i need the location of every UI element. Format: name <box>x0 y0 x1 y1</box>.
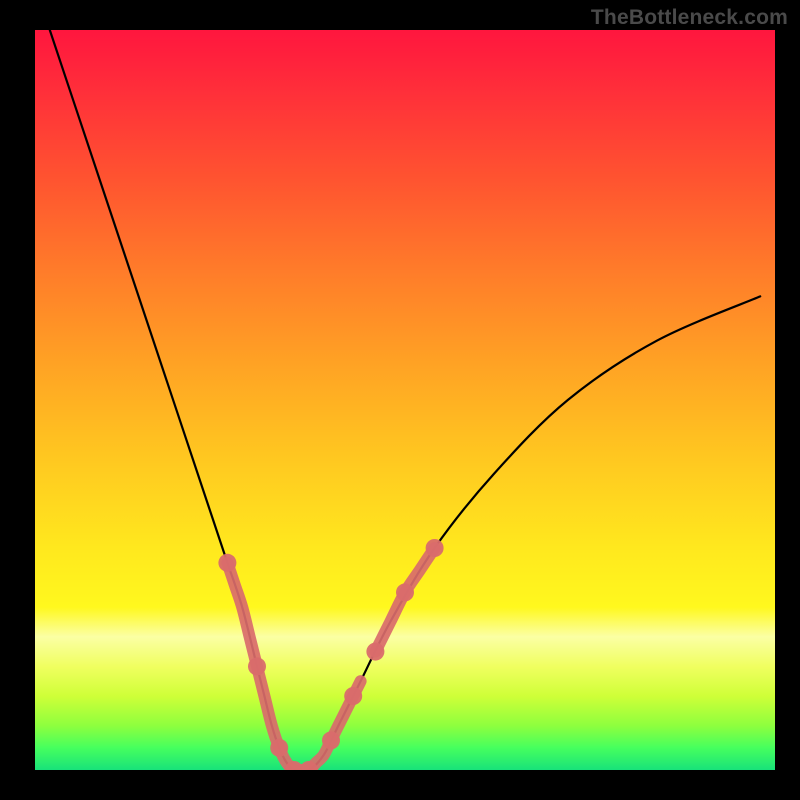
highlight-dot <box>396 583 414 601</box>
highlight-dot <box>248 657 266 675</box>
curve-main <box>50 30 760 770</box>
highlight-dot <box>344 687 362 705</box>
watermark-text: TheBottleneck.com <box>591 6 788 30</box>
highlight-dot <box>322 731 340 749</box>
bottleneck-curve <box>35 30 775 770</box>
highlight-dot <box>366 643 384 661</box>
highlight-dot <box>270 739 288 757</box>
chart-frame: TheBottleneck.com <box>0 0 800 800</box>
highlight-dot <box>218 554 236 572</box>
plot-area <box>35 30 775 770</box>
highlight-dot <box>426 539 444 557</box>
curve-highlight-0 <box>227 563 360 770</box>
